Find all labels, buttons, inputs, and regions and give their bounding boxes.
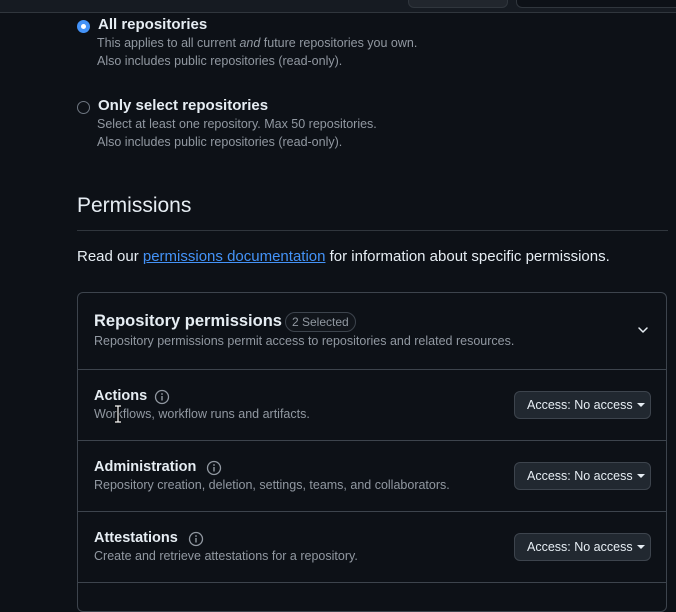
permission-name: Attestations	[94, 530, 178, 546]
radio-description-all-line2: Also includes public repositories (read-…	[97, 54, 343, 68]
radio-description-select-line1: Select at least one repository. Max 50 r…	[97, 117, 377, 131]
access-dropdown-button[interactable]: Access: No access	[514, 533, 651, 561]
toolbar-field[interactable]	[516, 0, 676, 8]
permissions-intro: Read our permissions documentation for i…	[77, 248, 610, 265]
access-label: Access: No access	[527, 540, 633, 554]
section-divider	[77, 230, 668, 231]
triangle-down-icon	[636, 473, 645, 478]
permission-description: Workflows, workflow runs and artifacts.	[94, 407, 310, 421]
repository-permissions-box: Repository permissions 2 Selected Reposi…	[77, 292, 667, 612]
permission-description: Repository creation, deletion, settings,…	[94, 478, 450, 492]
permissions-documentation-link[interactable]: permissions documentation	[143, 248, 326, 265]
radio-select-repositories[interactable]	[77, 101, 90, 114]
repository-permissions-title: Repository permissions	[94, 312, 282, 330]
toolbar-button[interactable]	[408, 0, 508, 8]
permission-row-administration: Administration Repository creation, dele…	[78, 440, 666, 512]
radio-option-all-repositories[interactable]: All repositories This applies to all cur…	[77, 16, 477, 72]
desc-prefix: This applies to all current	[97, 36, 240, 50]
access-label: Access: No access	[527, 398, 633, 412]
repository-permissions-header[interactable]: Repository permissions 2 Selected Reposi…	[78, 293, 666, 370]
access-dropdown-button[interactable]: Access: No access	[514, 462, 651, 490]
repository-permissions-description: Repository permissions permit access to …	[94, 334, 515, 348]
triangle-down-icon	[636, 402, 645, 407]
radio-all-repositories[interactable]	[77, 20, 90, 33]
intro-prefix: Read our	[77, 248, 143, 265]
access-label: Access: No access	[527, 469, 633, 483]
permission-description: Create and retrieve attestations for a r…	[94, 549, 358, 563]
selected-counter-badge: 2 Selected	[285, 312, 356, 332]
permission-name: Actions	[94, 388, 148, 404]
info-icon[interactable]	[206, 460, 222, 476]
access-dropdown-button[interactable]: Access: No access	[514, 391, 651, 419]
permission-name: Administration	[94, 459, 197, 475]
info-icon[interactable]	[188, 531, 204, 547]
radio-label-select-repositories: Only select repositories	[98, 97, 269, 114]
radio-description-all-line1: This applies to all current and future r…	[97, 36, 417, 50]
desc-suffix: future repositories you own.	[260, 36, 418, 50]
text-cursor-icon	[115, 405, 121, 423]
triangle-down-icon	[636, 544, 645, 549]
chevron-down-icon[interactable]	[637, 324, 649, 336]
permissions-heading: Permissions	[77, 194, 192, 217]
permission-row-attestations: Attestations Create and retrieve attesta…	[78, 511, 666, 583]
radio-option-select-repositories[interactable]: Only select repositories Select at least…	[77, 97, 477, 153]
permission-row-actions: Actions Workflows, workflow runs and art…	[78, 369, 666, 441]
top-toolbar	[0, 0, 676, 13]
radio-description-select-line2: Also includes public repositories (read-…	[97, 135, 343, 149]
radio-label-all-repositories: All repositories	[98, 16, 208, 33]
desc-emphasis: and	[239, 36, 261, 50]
info-icon[interactable]	[154, 389, 170, 405]
page: All repositories This applies to all cur…	[0, 0, 676, 612]
intro-suffix: for information about specific permissio…	[325, 248, 610, 265]
